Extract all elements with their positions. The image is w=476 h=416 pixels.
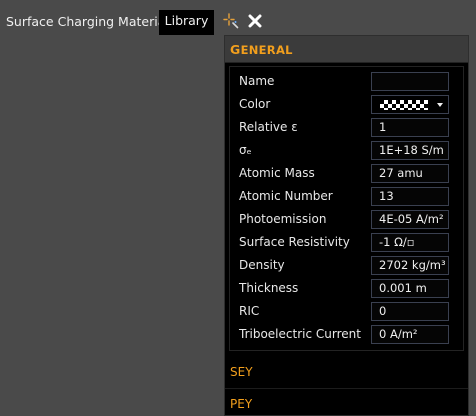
property-row-triboelectric-current: Triboelectric Current 0 A/m² xyxy=(230,323,463,346)
general-header-rest: ENERAL xyxy=(240,43,293,57)
property-label: Relative ε xyxy=(239,120,298,134)
triboelectric-current-input[interactable]: 0 A/m² xyxy=(371,325,449,344)
general-properties: Name Color Relative ε 1 σₑ 1E+18 S/m Ato… xyxy=(229,66,464,351)
property-row-surface-resistivity: Surface Resistivity -1 Ω/▫ xyxy=(230,231,463,254)
relative-epsilon-input[interactable]: 1 xyxy=(371,118,449,137)
property-label: RIC xyxy=(239,304,260,318)
property-label: Thickness xyxy=(239,281,299,295)
property-row-color: Color xyxy=(230,93,463,116)
sey-section-header[interactable]: SEY xyxy=(225,357,468,388)
property-label: Triboelectric Current xyxy=(239,327,361,341)
thickness-input[interactable]: 0.001 m xyxy=(371,279,449,298)
checkerboard-swatch-icon xyxy=(380,100,428,110)
material-properties-panel: GENERAL Name Color Relative ε 1 σₑ 1E+18… xyxy=(224,35,469,416)
ric-input[interactable]: 0 xyxy=(371,302,449,321)
general-header-initial: G xyxy=(230,42,241,57)
conductivity-input[interactable]: 1E+18 S/m xyxy=(371,141,449,160)
density-input[interactable]: 2702 kg/m³ xyxy=(371,256,449,275)
pey-section-header[interactable]: PEY xyxy=(225,389,468,416)
property-label: Surface Resistivity xyxy=(239,235,350,249)
property-label: Atomic Mass xyxy=(239,166,315,180)
title-bar: Surface Charging Material Library xyxy=(0,0,476,36)
property-row-density: Density 2702 kg/m³ xyxy=(230,254,463,277)
atomic-number-input[interactable]: 13 xyxy=(371,187,449,206)
property-row-conductivity: σₑ 1E+18 S/m xyxy=(230,139,463,162)
property-row-photoemission: Photoemission 4E-05 A/m² xyxy=(230,208,463,231)
close-icon[interactable] xyxy=(245,11,265,31)
general-section-header[interactable]: GENERAL xyxy=(225,36,468,63)
property-row-name: Name xyxy=(230,70,463,93)
property-row-relative-epsilon: Relative ε 1 xyxy=(230,116,463,139)
property-label: Color xyxy=(239,97,271,111)
surface-resistivity-input[interactable]: -1 Ω/▫ xyxy=(371,233,449,252)
property-row-ric: RIC 0 xyxy=(230,300,463,323)
color-dropdown[interactable] xyxy=(371,95,449,114)
sparkle-icon[interactable] xyxy=(221,11,241,31)
atomic-mass-input[interactable]: 27 amu xyxy=(371,164,449,183)
property-label: Density xyxy=(239,258,285,272)
property-row-atomic-mass: Atomic Mass 27 amu xyxy=(230,162,463,185)
name-input[interactable] xyxy=(371,72,449,91)
property-label: Photoemission xyxy=(239,212,327,226)
property-label: Atomic Number xyxy=(239,189,333,203)
property-row-thickness: Thickness 0.001 m xyxy=(230,277,463,300)
property-row-atomic-number: Atomic Number 13 xyxy=(230,185,463,208)
photoemission-input[interactable]: 4E-05 A/m² xyxy=(371,210,449,229)
window-title: Surface Charging Material xyxy=(6,14,169,29)
property-label: σₑ xyxy=(239,143,252,157)
property-label: Name xyxy=(239,74,275,88)
chevron-down-icon xyxy=(437,103,443,107)
library-tab[interactable]: Library xyxy=(159,10,214,35)
